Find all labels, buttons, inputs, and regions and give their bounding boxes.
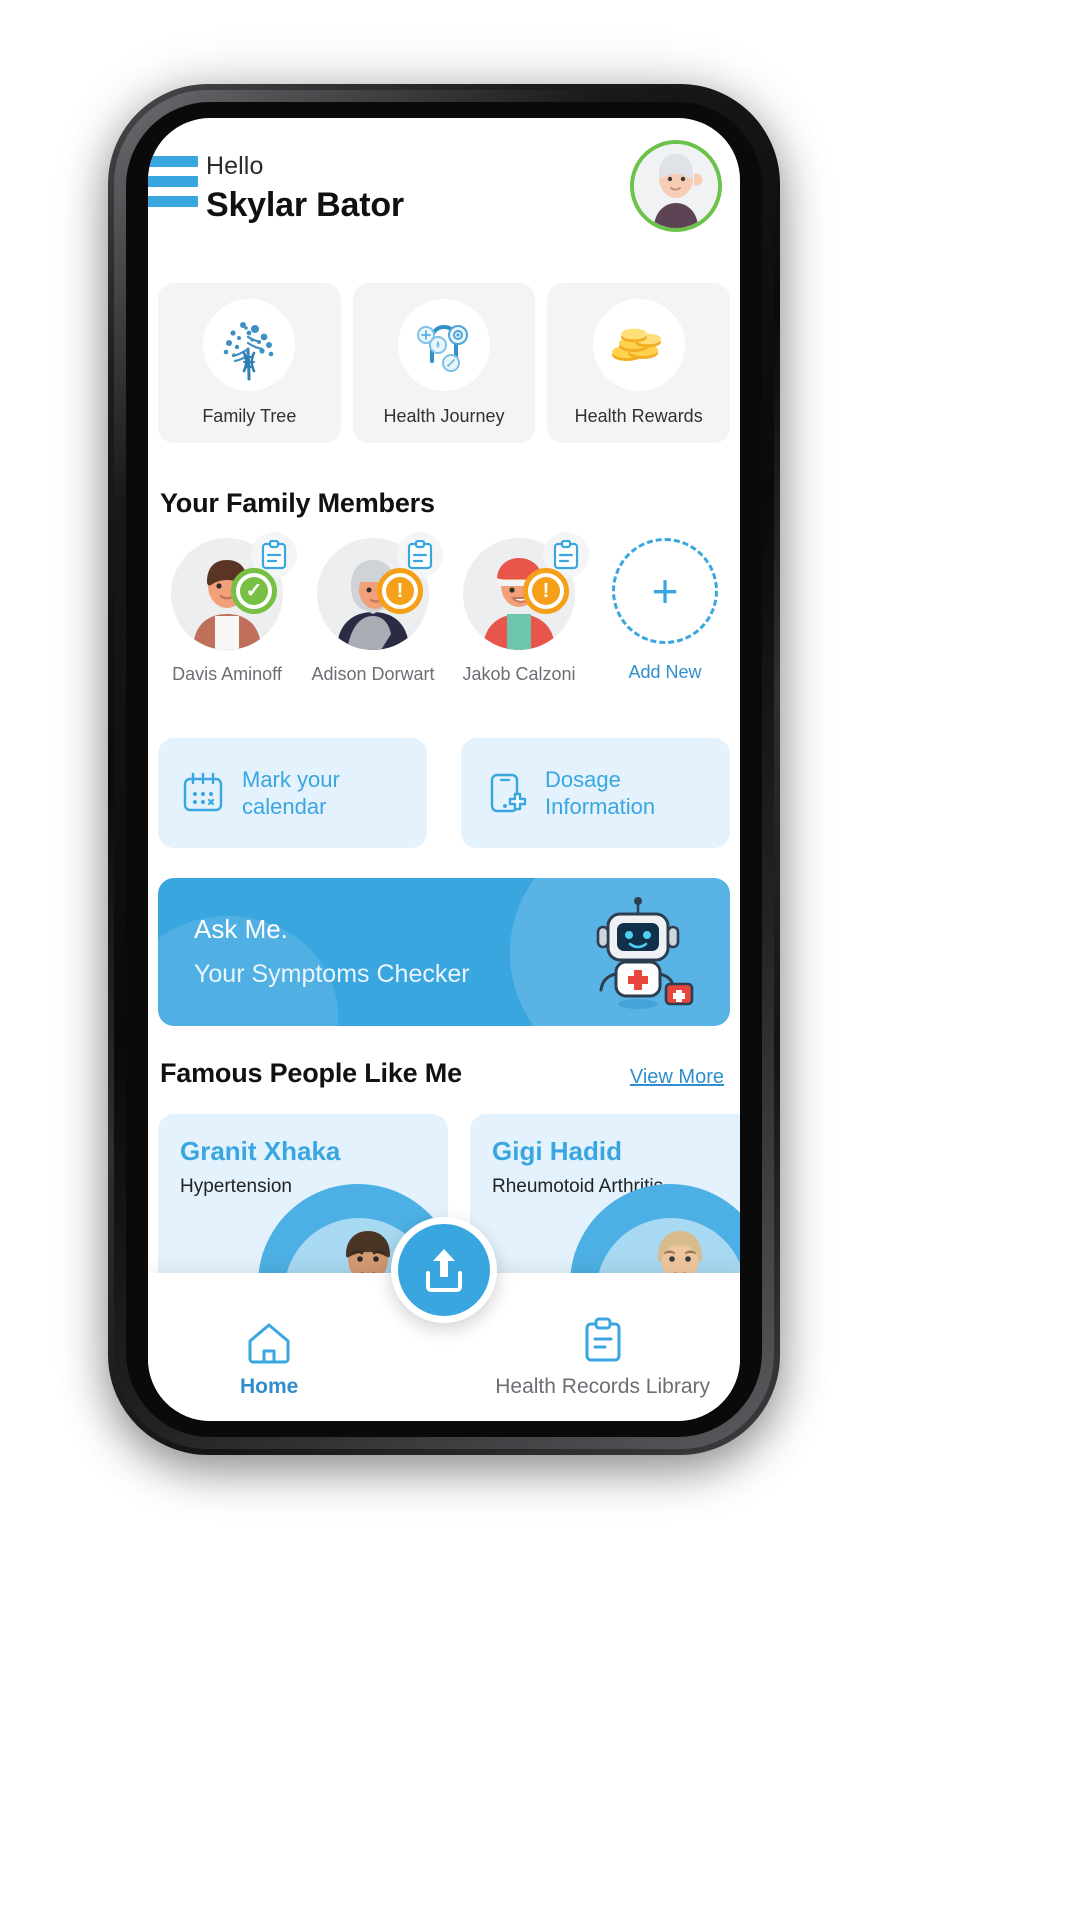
warning-badge-icon: ! [532,577,560,605]
famous-person-name: Gigi Hadid [492,1136,622,1166]
family-member-item[interactable]: ! Jakob Calzoni [446,532,592,685]
bottom-navigation: Home Health Records Library [148,1217,740,1421]
nav-label: Home [240,1375,299,1398]
add-new-circle: + [612,538,718,644]
nav-item-health-records-library[interactable]: Health Records Library [495,1317,710,1399]
avatar: ! [463,532,589,650]
action-label: Mark your calendar [242,766,340,821]
greeting-text: Hello [206,152,264,180]
icon-bubble [203,299,296,391]
phone-pill-icon [490,773,527,813]
family-member-name: Adison Dorwart [311,664,435,684]
action-label-line2: calendar [242,794,327,819]
icon-bubble [398,299,490,391]
status-badge: ✓ [231,568,277,614]
quick-action-label: Health Rewards [574,406,703,426]
family-member-item[interactable]: ✓ Davis Aminoff [154,532,300,685]
avatar[interactable] [630,140,722,232]
quick-action-family-tree[interactable]: Family Tree [158,283,341,443]
health-journey-path-icon [417,324,468,372]
dosage-information-button[interactable]: Dosage Information [461,738,730,848]
warning-badge-icon: ! [386,577,414,605]
add-new-label: Add New [628,662,702,682]
famous-person-condition: Hypertension [180,1176,292,1197]
add-new-member-button[interactable]: + Add New [592,538,738,685]
family-members-row: ✓ Davis Aminoff ! Adison Dorwart ! Jakob… [154,532,738,685]
upload-fab-button[interactable] [391,1217,497,1323]
plus-icon: + [651,565,679,617]
family-section-title: Your Family Members [160,488,435,518]
robot-assistant-icon [568,886,708,1026]
action-label-line1: Dosage [545,766,621,792]
nav-label: Health Records Library [495,1375,710,1398]
symptoms-checker-banner[interactable]: Ask Me. Your Symptoms Checker [158,878,730,1026]
family-member-item[interactable]: ! Adison Dorwart [300,532,446,685]
gold-coins-icon [611,328,661,361]
view-more-link[interactable]: View More [630,1066,724,1089]
action-label-line1: Mark your [242,766,340,792]
upload-icon [426,1249,462,1292]
user-name: Skylar Bator [206,186,404,224]
quick-action-label: Family Tree [202,406,297,426]
avatar: ! [317,532,443,650]
family-member-name: Davis Aminoff [172,664,282,684]
banner-title: Ask Me. [194,914,288,944]
hamburger-menu-icon[interactable] [148,156,198,216]
mark-calendar-button[interactable]: Mark your calendar [158,738,427,848]
action-label: Dosage Information [545,766,655,821]
avatar: ✓ [171,532,297,650]
dna-tree-icon [224,322,274,381]
calendar-icon [183,772,223,812]
banner-subtitle: Your Symptoms Checker [194,960,470,988]
famous-section-title: Famous People Like Me [160,1058,462,1088]
quick-actions-row: Family Tree Health Journey Health Reward… [158,283,731,443]
user-avatar-icon [634,144,718,228]
nav-item-home[interactable]: Home [240,1319,298,1399]
action-buttons-row: Mark your calendar Dosage Information [158,738,730,848]
action-label-line2: Information [545,794,656,819]
quick-action-label: Health Journey [383,406,505,426]
greeting-block: Hello Skylar Bator [206,152,404,225]
status-badge: ! [523,568,569,614]
famous-person-name: Granit Xhaka [180,1136,341,1166]
app-screen: Hello Skylar Bator Family Tree Health Jo… [148,118,740,1421]
check-badge-icon: ✓ [240,577,268,605]
status-badge: ! [377,568,423,614]
screenshot-canvas: Hello Skylar Bator Family Tree Health Jo… [0,0,1080,1920]
icon-bubble [592,299,685,391]
quick-action-health-rewards[interactable]: Health Rewards [547,283,731,443]
quick-action-health-journey[interactable]: Health Journey [352,283,536,443]
clipboard-icon [585,1317,621,1362]
family-member-name: Jakob Calzoni [462,664,576,684]
app-header: Hello Skylar Bator [148,118,740,238]
home-icon [248,1323,290,1364]
